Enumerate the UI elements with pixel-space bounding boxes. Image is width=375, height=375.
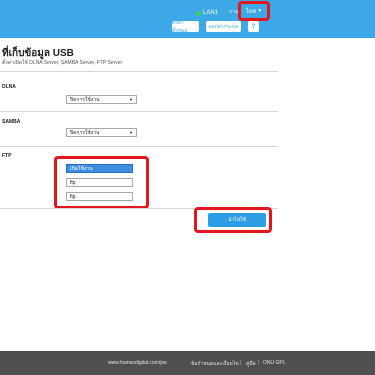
samba-select-value: ปิดการใช้งาน (70, 129, 100, 136)
dlna-divider (0, 111, 278, 112)
samba-divider (0, 146, 278, 147)
dlna-title: DLNA (2, 84, 16, 90)
chevron-down-icon: ▼ (129, 97, 133, 102)
footer-separator: | (240, 360, 242, 366)
ftp-highlight-frame (54, 156, 149, 209)
footer-website-link[interactable]: www.humaxdigital.com/pw (108, 360, 167, 366)
samba-title: SAMBA (2, 119, 21, 125)
lan-status: LAN1 (196, 7, 218, 19)
lan-status-icon (196, 10, 201, 16)
lan-label: LAN1 (203, 10, 219, 16)
footer-gpl-link[interactable]: ONU GPL (263, 360, 286, 366)
page-subtitle: ตั้งค่าเปิดใช้ DLNA Server, SAMBA Server… (2, 60, 123, 66)
footer-manual-link[interactable]: คู่มือ (246, 360, 256, 368)
footer-terms-link[interactable]: ข้อกำหนดและเงื่อนไข (191, 360, 239, 368)
chevron-down-icon: ▼ (129, 130, 133, 135)
footer: www.humaxdigital.com/pw ข้อกำหนดและเงื่อ… (0, 351, 375, 375)
samba-select[interactable]: ปิดการใช้งาน ▼ (66, 128, 137, 137)
logout-button[interactable]: ออกจากระบบ (206, 21, 241, 32)
dlna-select-value: ปิดการใช้งาน (70, 96, 100, 103)
dlna-select[interactable]: ปิดการใช้งาน ▼ (66, 95, 137, 104)
help-icon[interactable]: ? (248, 21, 259, 32)
footer-separator: | (258, 360, 260, 366)
settings-button[interactable]: ตั้งค่าทั้งหมด (172, 20, 199, 34)
language-highlight-frame (238, 1, 270, 21)
ftp-title: FTP (2, 153, 12, 159)
apply-highlight-frame (194, 207, 272, 233)
title-divider (0, 71, 278, 72)
top-header: LAN1 ภาษา ไทย ▼ ตั้งค่าทั้งหมด ออกจากระบ… (0, 0, 375, 38)
